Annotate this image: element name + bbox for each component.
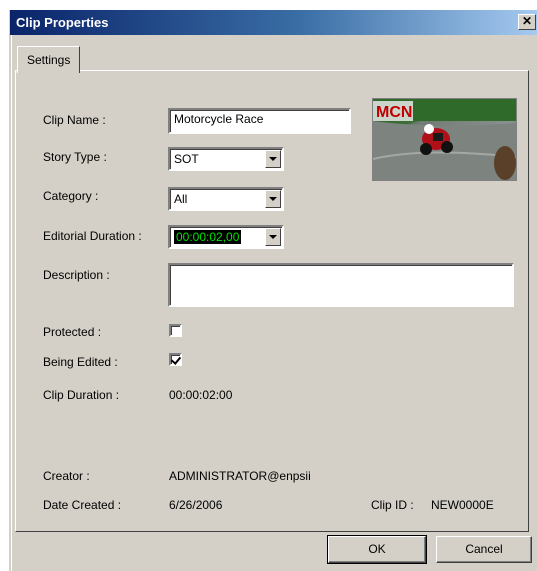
- close-icon: ✕: [521, 14, 533, 28]
- clip-duration-value: 00:00:02:00: [169, 388, 233, 402]
- protected-label: Protected :: [43, 325, 102, 339]
- clip-name-input[interactable]: Motorcycle Race: [168, 108, 351, 134]
- editorial-duration-label: Editorial Duration :: [43, 229, 142, 243]
- being-edited-checkbox[interactable]: [169, 353, 182, 366]
- story-type-value: SOT: [174, 152, 199, 166]
- chevron-down-icon[interactable]: [265, 190, 281, 208]
- ok-button[interactable]: OK: [327, 535, 427, 564]
- chevron-down-icon[interactable]: [265, 150, 281, 168]
- clip-name-value: Motorcycle Race: [174, 112, 264, 126]
- story-type-select[interactable]: SOT: [168, 147, 284, 171]
- close-button[interactable]: ✕: [518, 14, 536, 30]
- tab-settings[interactable]: Settings: [17, 46, 81, 73]
- clip-properties-dialog: Clip Properties ✕ Settings Clip Name : M…: [9, 10, 537, 571]
- title-bar[interactable]: Clip Properties ✕: [10, 10, 537, 35]
- protected-checkbox[interactable]: [169, 324, 182, 337]
- clip-thumbnail: MCN: [372, 98, 517, 181]
- settings-panel: Clip Name : Motorcycle Race Story Type :…: [15, 70, 529, 532]
- date-created-value: 6/26/2006: [169, 498, 223, 512]
- date-created-label: Date Created :: [43, 498, 122, 512]
- category-label: Category :: [43, 189, 99, 203]
- cancel-button[interactable]: Cancel: [436, 536, 532, 563]
- category-select[interactable]: All: [168, 187, 284, 211]
- clip-duration-label: Clip Duration :: [43, 388, 120, 402]
- category-value: All: [174, 192, 188, 206]
- clip-id-value: NEW0000E: [431, 498, 494, 512]
- being-edited-label: Being Edited :: [43, 355, 118, 369]
- story-type-label: Story Type :: [43, 150, 107, 164]
- thumbnail-overlay-text: MCN: [376, 104, 412, 121]
- editorial-duration-select[interactable]: 00:00:02,00: [168, 225, 284, 249]
- clip-name-label: Clip Name :: [43, 113, 106, 127]
- creator-label: Creator :: [43, 469, 90, 483]
- description-input[interactable]: [168, 263, 514, 307]
- chevron-down-icon[interactable]: [265, 228, 281, 246]
- creator-value: ADMINISTRATOR@enpsii: [169, 469, 311, 483]
- editorial-duration-value: 00:00:02,00: [172, 229, 243, 245]
- description-label: Description :: [43, 268, 110, 282]
- motorcycle-race-image: MCN: [373, 99, 516, 180]
- clip-id-label: Clip ID :: [371, 498, 414, 512]
- window-title: Clip Properties: [16, 15, 109, 30]
